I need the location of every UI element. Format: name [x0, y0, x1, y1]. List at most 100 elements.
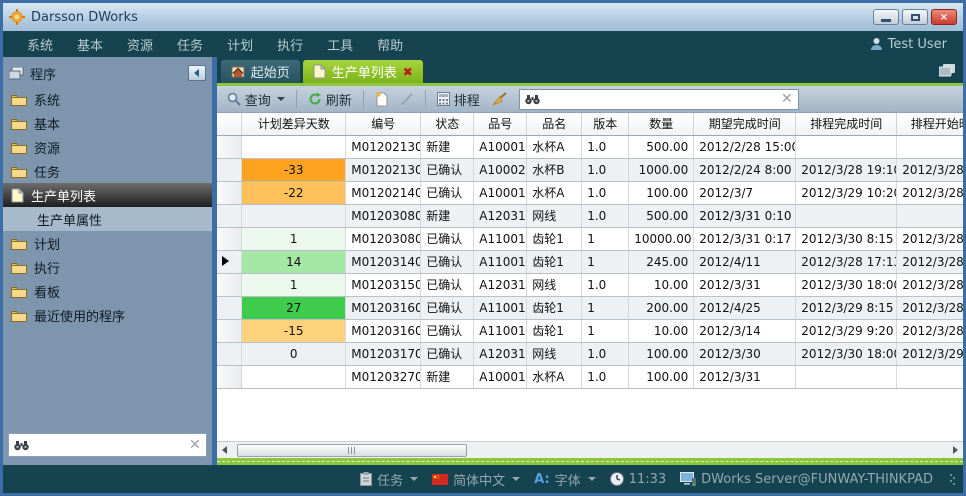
- cell-expected-finish-time[interactable]: 2012/4/11: [694, 250, 796, 273]
- sidebar-item-7[interactable]: 计划: [3, 231, 212, 255]
- sidebar-item-3[interactable]: 资源: [3, 135, 212, 159]
- cell-sched-finish-time[interactable]: [796, 135, 897, 158]
- cell-expected-finish-time[interactable]: 2012/3/30: [694, 342, 796, 365]
- cell-status[interactable]: 已确认: [421, 158, 474, 181]
- cell-item-name[interactable]: 网线: [527, 342, 582, 365]
- cell-expected-finish-time[interactable]: 2012/2/24 8:00: [694, 158, 796, 181]
- table-row[interactable]: 1M012030802已确认A11001齿轮1110000.002012/3/3…: [217, 227, 963, 250]
- menu-item-1[interactable]: 系统: [15, 31, 65, 58]
- table-row[interactable]: M012021301新建A10001水杯A1.0500.002012/2/28 …: [217, 135, 963, 158]
- cell-status[interactable]: 新建: [421, 365, 474, 388]
- cell-expected-finish-time[interactable]: 2012/4/25: [694, 296, 796, 319]
- cell-qty[interactable]: 100.00: [629, 365, 694, 388]
- table-row[interactable]: -22M012021401已确认A10001水杯A1.0100.002012/3…: [217, 181, 963, 204]
- cell-sched-start-time[interactable]: 2012/3/28 10:52: [897, 273, 963, 296]
- cell-item-name[interactable]: 水杯A: [527, 365, 582, 388]
- sidebar-item-4[interactable]: 任务: [3, 159, 212, 183]
- column-header-8[interactable]: 期望完成时间: [694, 113, 796, 135]
- cell-qty[interactable]: 10000.00: [629, 227, 694, 250]
- cell-plan-diff-days[interactable]: 27: [242, 296, 346, 319]
- row-selector[interactable]: [217, 181, 242, 204]
- cell-status[interactable]: 已确认: [421, 296, 474, 319]
- sidebar-item-9[interactable]: 看板: [3, 279, 212, 303]
- cell-order-no[interactable]: M012021301: [346, 135, 421, 158]
- cell-qty[interactable]: 200.00: [629, 296, 694, 319]
- cell-status[interactable]: 已确认: [421, 319, 474, 342]
- cell-item-no[interactable]: A12031: [474, 204, 527, 227]
- table-row[interactable]: -15M012031602已确认A11001齿轮1110.002012/3/14…: [217, 319, 963, 342]
- cell-item-no[interactable]: A11001: [474, 319, 527, 342]
- scroll-right-button[interactable]: [947, 443, 963, 458]
- cell-plan-diff-days[interactable]: [242, 204, 346, 227]
- sidebar-search-input[interactable]: [34, 438, 184, 452]
- cell-item-no[interactable]: A12031: [474, 342, 527, 365]
- cell-version[interactable]: 1.0: [582, 181, 629, 204]
- menu-item-4[interactable]: 任务: [165, 31, 215, 58]
- cell-order-no[interactable]: M012021302: [346, 158, 421, 181]
- menu-item-6[interactable]: 执行: [265, 31, 315, 58]
- cell-plan-diff-days[interactable]: 1: [242, 227, 346, 250]
- window-list-icon[interactable]: [939, 64, 955, 77]
- current-user[interactable]: Test User: [870, 37, 951, 52]
- cell-status[interactable]: 已确认: [421, 342, 474, 365]
- cell-order-no[interactable]: M012031402: [346, 250, 421, 273]
- status-server[interactable]: DWorks Server@FUNWAY-THINKPAD: [680, 472, 933, 487]
- resize-grip[interactable]: [949, 472, 955, 486]
- cell-plan-diff-days[interactable]: -33: [242, 158, 346, 181]
- cell-expected-finish-time[interactable]: 2012/3/31: [694, 273, 796, 296]
- status-font-menu[interactable]: A: 字体: [534, 470, 596, 489]
- menu-item-2[interactable]: 基本: [65, 31, 115, 58]
- cell-sched-finish-time[interactable]: 2012/3/28 17:13: [796, 250, 897, 273]
- sidebar-item-10[interactable]: 最近使用的程序: [3, 303, 212, 327]
- sidebar-collapse-button[interactable]: [188, 65, 206, 81]
- cell-qty[interactable]: 500.00: [629, 204, 694, 227]
- table-row[interactable]: -33M012021302已确认A10002水杯B1.01000.002012/…: [217, 158, 963, 181]
- cell-qty[interactable]: 245.00: [629, 250, 694, 273]
- sidebar-item-1[interactable]: 系统: [3, 87, 212, 111]
- cell-expected-finish-time[interactable]: 2012/3/31 0:10: [694, 204, 796, 227]
- column-header-6[interactable]: 版本: [582, 113, 629, 135]
- cell-qty[interactable]: 10.00: [629, 319, 694, 342]
- cell-qty[interactable]: 100.00: [629, 342, 694, 365]
- column-header-10[interactable]: 排程开始时间: [897, 113, 963, 135]
- cell-version[interactable]: 1: [582, 227, 629, 250]
- cell-item-name[interactable]: 水杯A: [527, 181, 582, 204]
- table-row[interactable]: 1M012031501已确认A12031网线1.010.002012/3/312…: [217, 273, 963, 296]
- query-dropdown-caret-icon[interactable]: [277, 97, 285, 101]
- cell-item-no[interactable]: A11001: [474, 227, 527, 250]
- cell-sched-start-time[interactable]: [897, 204, 963, 227]
- cell-item-name[interactable]: 网线: [527, 273, 582, 296]
- table-row[interactable]: 27M012031601已确认A11001齿轮11200.002012/4/25…: [217, 296, 963, 319]
- cell-item-no[interactable]: A12031: [474, 273, 527, 296]
- row-selector[interactable]: [217, 319, 242, 342]
- cell-sched-start-time[interactable]: 2012/3/28 13:40: [897, 319, 963, 342]
- row-selector[interactable]: [217, 250, 242, 273]
- cell-item-name[interactable]: 齿轮1: [527, 296, 582, 319]
- cell-plan-diff-days[interactable]: 0: [242, 342, 346, 365]
- cell-item-no[interactable]: A10001: [474, 181, 527, 204]
- cell-version[interactable]: 1.0: [582, 158, 629, 181]
- row-selector[interactable]: [217, 204, 242, 227]
- cell-version[interactable]: 1.0: [582, 365, 629, 388]
- cell-item-no[interactable]: A10002: [474, 158, 527, 181]
- cell-expected-finish-time[interactable]: 2012/3/31 0:17: [694, 227, 796, 250]
- toolbar-search-input[interactable]: [545, 92, 776, 106]
- new-button[interactable]: [371, 90, 392, 109]
- status-task-menu[interactable]: 任务: [360, 470, 418, 489]
- sidebar-search-clear-icon[interactable]: ✕: [189, 438, 201, 452]
- cell-order-no[interactable]: M012031602: [346, 319, 421, 342]
- cell-sched-start-time[interactable]: 2012/3/28 10:52: [897, 250, 963, 273]
- cell-qty[interactable]: 500.00: [629, 135, 694, 158]
- cell-status[interactable]: 已确认: [421, 250, 474, 273]
- cell-item-no[interactable]: A11001: [474, 296, 527, 319]
- clean-button[interactable]: [488, 90, 511, 108]
- cell-sched-start-time[interactable]: 2012/3/28 19:10: [897, 181, 963, 204]
- cell-item-no[interactable]: A10001: [474, 365, 527, 388]
- menu-item-3[interactable]: 资源: [115, 31, 165, 58]
- cell-version[interactable]: 1.0: [582, 204, 629, 227]
- cell-item-name[interactable]: 齿轮1: [527, 227, 582, 250]
- cell-sched-finish-time[interactable]: [796, 365, 897, 388]
- column-header-7[interactable]: 数量: [629, 113, 694, 135]
- cell-order-no[interactable]: M012031501: [346, 273, 421, 296]
- cell-plan-diff-days[interactable]: -22: [242, 181, 346, 204]
